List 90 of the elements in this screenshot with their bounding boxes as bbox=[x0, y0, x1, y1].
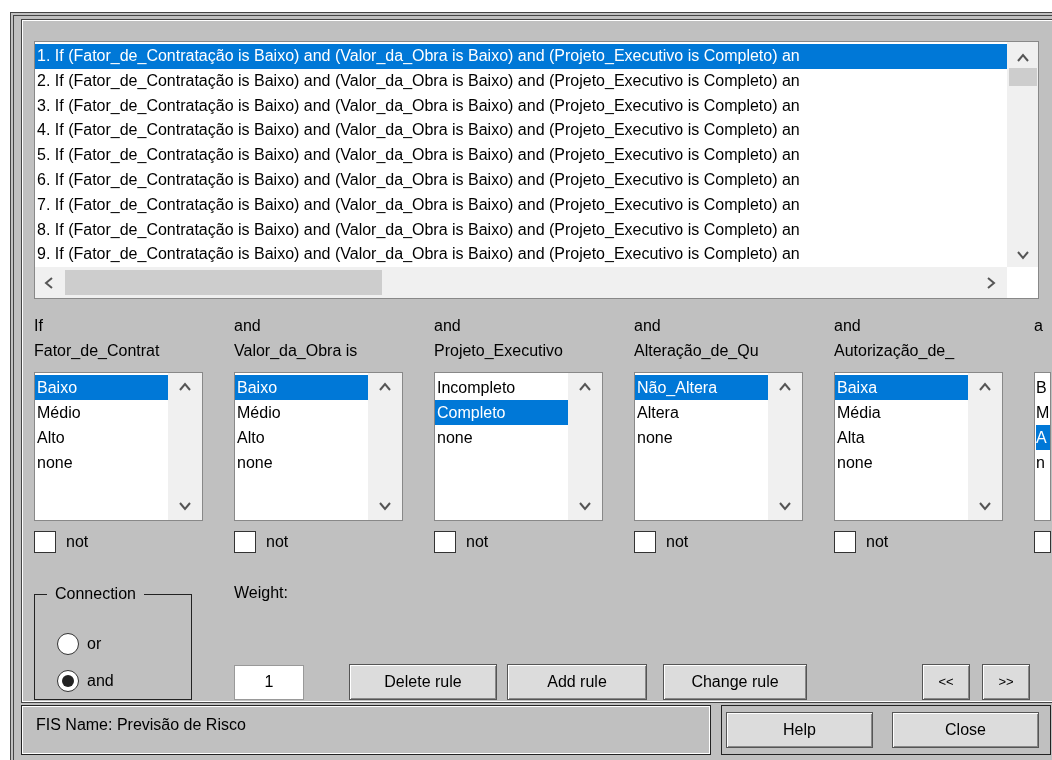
scroll-up-icon[interactable] bbox=[1016, 52, 1029, 64]
status-text: FIS Name: Previsão de Risco bbox=[21, 705, 711, 755]
scroll-up-icon[interactable] bbox=[379, 381, 391, 393]
radio-button[interactable] bbox=[57, 632, 79, 655]
option-item[interactable]: none bbox=[235, 450, 368, 475]
checkbox[interactable] bbox=[834, 531, 856, 553]
scrollbar-thumb[interactable] bbox=[1008, 68, 1037, 86]
variable-label: Alteração_de_Qu bbox=[634, 341, 760, 361]
option-item[interactable]: Médio bbox=[235, 400, 368, 425]
option-item[interactable]: Incompleto bbox=[435, 375, 568, 400]
weight-label: Weight: bbox=[234, 583, 289, 603]
option-item[interactable]: Não_Altera bbox=[635, 375, 768, 400]
option-item[interactable]: Médio bbox=[35, 400, 168, 425]
checkbox[interactable] bbox=[234, 531, 256, 553]
option-item[interactable]: none bbox=[35, 450, 168, 475]
option-item[interactable]: Baixo bbox=[235, 375, 368, 400]
option-list[interactable]: Baixo Médio Alto none bbox=[34, 372, 203, 521]
checkbox[interactable] bbox=[434, 531, 456, 553]
rule-item[interactable]: 3. If (Fator_de_Contratação is Baixo) and (Valor_da_Obra is Baixo) and (Projeto_Executivo is Completo) an bbox=[35, 93, 1007, 119]
option-item[interactable]: M bbox=[1036, 400, 1050, 425]
rule-item[interactable]: 5. If (Fator_de_Contratação is Baixo) and (Valor_da_Obra is Baixo) and (Projeto_Executivo is Completo) an bbox=[35, 143, 1007, 168]
rule-item[interactable]: 7. If (Fator_de_Contratação is Baixo) and (Valor_da_Obra is Baixo) and (Projeto_Executivo is Completo) an bbox=[35, 192, 1007, 218]
option-item[interactable]: Baixa bbox=[835, 375, 968, 400]
rule-item[interactable]: 6. If (Fator_de_Contratação is Baixo) and (Valor_da_Obra is Baixo) and (Projeto_Executivo is Completo) an bbox=[35, 168, 1007, 193]
checkbox[interactable] bbox=[34, 531, 56, 553]
scroll-down-icon[interactable] bbox=[179, 500, 191, 512]
option-list[interactable]: Baixa Média Alta none bbox=[834, 372, 1003, 521]
scrollbar-thumb[interactable] bbox=[65, 270, 382, 295]
option-list[interactable]: Incompleto Completo none bbox=[434, 372, 603, 521]
rule-button[interactable]: Delete rule bbox=[349, 664, 497, 700]
rule-item[interactable]: 2. If (Fator_de_Contratação is Baixo) and (Valor_da_Obra is Baixo) and (Projeto_Executivo is Completo) an bbox=[35, 68, 1007, 94]
option-item[interactable]: B bbox=[1036, 375, 1050, 400]
option-item[interactable]: Altera bbox=[635, 400, 768, 425]
option-item[interactable]: Completo bbox=[435, 400, 568, 425]
connector-label: and bbox=[434, 316, 462, 336]
connector-label: and bbox=[834, 316, 862, 336]
option-item[interactable]: Alto bbox=[235, 425, 368, 450]
scroll-down-icon[interactable] bbox=[379, 500, 391, 512]
checkbox[interactable] bbox=[1034, 531, 1051, 553]
rule-button[interactable]: Change rule bbox=[663, 664, 807, 700]
scroll-down-icon[interactable] bbox=[1016, 249, 1029, 261]
rule-item[interactable]: 8. If (Fator_de_Contratação is Baixo) and (Valor_da_Obra is Baixo) and (Projeto_Executivo is Completo) an bbox=[35, 217, 1007, 243]
rule-list[interactable] bbox=[34, 41, 1039, 299]
connector-label: and bbox=[234, 316, 262, 336]
option-item[interactable]: Média bbox=[835, 400, 968, 425]
footer-button[interactable]: Help bbox=[726, 712, 873, 748]
option-item[interactable]: Baixo bbox=[35, 375, 168, 400]
scroll-up-icon[interactable] bbox=[179, 381, 191, 393]
option-item[interactable]: none bbox=[835, 450, 968, 475]
rule-item[interactable]: 9. If (Fator_de_Contratação is Baixo) and (Valor_da_Obra is Baixo) and (Projeto_Executivo is Completo) an bbox=[35, 242, 1007, 267]
connector-label: a bbox=[1034, 316, 1044, 336]
scroll-right-icon[interactable] bbox=[985, 276, 997, 289]
scroll-down-icon[interactable] bbox=[579, 500, 591, 512]
footer-button[interactable]: Close bbox=[892, 712, 1039, 748]
checkbox-label: not bbox=[666, 532, 689, 552]
checkbox-label: not bbox=[466, 532, 489, 552]
weight-field[interactable]: 1 bbox=[234, 664, 304, 700]
variable-label: Projeto_Executivo bbox=[434, 341, 564, 361]
scroll-up-icon[interactable] bbox=[579, 381, 591, 393]
option-item[interactable]: A bbox=[1036, 425, 1050, 450]
variable-label: Valor_da_Obra is bbox=[234, 341, 359, 361]
radio-label: or bbox=[87, 633, 102, 654]
option-item[interactable]: n bbox=[1036, 450, 1050, 475]
radio-label: and bbox=[87, 670, 114, 691]
scroll-up-icon[interactable] bbox=[979, 381, 991, 393]
option-list[interactable]: Baixo Médio Alto none bbox=[234, 372, 403, 521]
radio-button[interactable] bbox=[57, 669, 79, 692]
rule-item[interactable]: 1. If (Fator_de_Contratação is Baixo) and (Valor_da_Obra is Baixo) and (Projeto_Executivo is Completo) an bbox=[35, 44, 1007, 69]
scroll-left-icon[interactable] bbox=[43, 276, 55, 289]
option-item[interactable]: Alto bbox=[35, 425, 168, 450]
variable-label: Autorização_de_ bbox=[834, 341, 956, 361]
variable-label: Fator_de_Contrat bbox=[34, 341, 161, 361]
checkbox-label: not bbox=[266, 532, 289, 552]
option-list[interactable]: B M A n bbox=[1034, 372, 1051, 521]
checkbox-label: not bbox=[866, 532, 889, 552]
scroll-up-icon[interactable] bbox=[779, 381, 791, 393]
option-item[interactable]: Alta bbox=[835, 425, 968, 450]
nav-button[interactable]: >> bbox=[982, 664, 1030, 700]
connector-label: and bbox=[634, 316, 662, 336]
option-item[interactable]: none bbox=[435, 425, 568, 450]
option-list[interactable]: Não_Altera Altera none bbox=[634, 372, 803, 521]
option-item[interactable]: none bbox=[635, 425, 768, 450]
checkbox-label: not bbox=[66, 532, 89, 552]
rule-button[interactable]: Add rule bbox=[507, 664, 647, 700]
connector-label: If bbox=[34, 316, 44, 336]
nav-button[interactable]: << bbox=[922, 664, 970, 700]
scroll-down-icon[interactable] bbox=[979, 500, 991, 512]
checkbox[interactable] bbox=[634, 531, 656, 553]
rule-item[interactable]: 4. If (Fator_de_Contratação is Baixo) and (Valor_da_Obra is Baixo) and (Projeto_Executivo is Completo) an bbox=[35, 118, 1007, 144]
scroll-down-icon[interactable] bbox=[779, 500, 791, 512]
